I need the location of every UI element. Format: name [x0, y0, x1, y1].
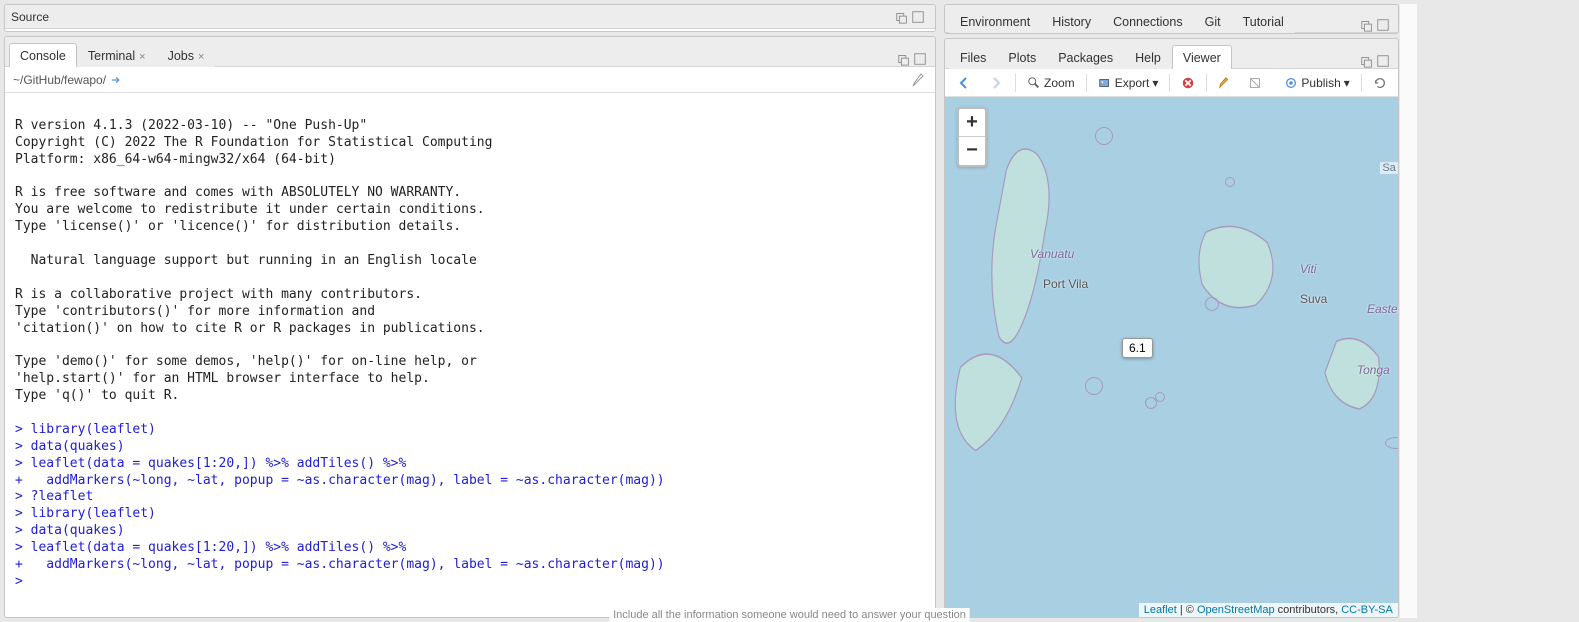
- export-button[interactable]: Export ▾: [1093, 74, 1164, 92]
- tab-history[interactable]: History: [1041, 9, 1102, 33]
- console-output-line: Type 'q()' to quit R.: [15, 388, 925, 405]
- tab-environment[interactable]: Environment: [949, 9, 1041, 33]
- console-input-line: > leaflet(data = quakes[1:20,]) %>% addT…: [15, 540, 925, 557]
- console-output-line: R version 4.1.3 (2022-03-10) -- "One Pus…: [15, 118, 925, 135]
- window-icon[interactable]: [1360, 18, 1374, 32]
- console-output-line: [15, 169, 925, 186]
- viewer-toolbar: Zoom Export ▾ Publish ▾: [945, 69, 1398, 97]
- map-label-suva: Suva: [1300, 292, 1327, 306]
- console-input-line: > data(quakes): [15, 439, 925, 456]
- forward-button[interactable]: [983, 73, 1009, 93]
- console-pane: Console Terminal× Jobs× ~/GitHub/fewapo/…: [4, 36, 936, 618]
- map-label-vanuatu: Vanuatu: [1030, 247, 1074, 261]
- tab-git[interactable]: Git: [1194, 9, 1232, 33]
- tab-files[interactable]: Files: [949, 45, 997, 69]
- marker-tooltip[interactable]: 6.1: [1122, 338, 1153, 358]
- broom-icon[interactable]: [911, 72, 927, 88]
- console-output-line: Type 'contributors()' for more informati…: [15, 304, 925, 321]
- map-label-eastern: Eastern: [1367, 302, 1398, 316]
- maximize-icon[interactable]: [1376, 18, 1390, 32]
- map-label-tonga: Tonga: [1357, 363, 1390, 377]
- arrow-icon[interactable]: [110, 73, 124, 87]
- window-icon[interactable]: [897, 52, 911, 66]
- console-output-line: 'help.start()' for an HTML browser inter…: [15, 371, 925, 388]
- environment-pane: EnvironmentHistoryConnectionsGitTutorial: [944, 4, 1399, 34]
- console-input-line: > ?leaflet: [15, 489, 925, 506]
- map-label-port-vila: Port Vila: [1043, 277, 1088, 291]
- map-attribution: Leaflet | © OpenStreetMap contributors, …: [1139, 603, 1398, 617]
- maximize-icon[interactable]: [913, 52, 927, 66]
- console-tabbar: Console Terminal× Jobs×: [5, 37, 935, 67]
- source-pane: Source: [4, 4, 936, 32]
- tab-connections[interactable]: Connections: [1102, 9, 1194, 33]
- zoom-control: + −: [957, 107, 987, 167]
- cc-link[interactable]: CC-BY-SA: [1341, 604, 1393, 616]
- zoom-button[interactable]: Zoom: [1022, 74, 1080, 92]
- tab-help[interactable]: Help: [1124, 45, 1172, 69]
- tab-jobs[interactable]: Jobs×: [157, 43, 216, 67]
- osm-link[interactable]: OpenStreetMap: [1197, 604, 1275, 616]
- back-button[interactable]: [951, 73, 977, 93]
- leaflet-link[interactable]: Leaflet: [1144, 604, 1177, 616]
- footer-hint: Include all the information someone woul…: [609, 608, 970, 622]
- right-gutter: [1399, 4, 1417, 618]
- zoom-out-button[interactable]: −: [959, 137, 985, 165]
- console-output-line: [15, 101, 925, 118]
- console-output-line: [15, 405, 925, 422]
- map-label-sa: Sa: [1380, 162, 1397, 174]
- map-svg: [945, 97, 1398, 617]
- refresh-button[interactable]: [1368, 74, 1392, 92]
- source-title: Source: [11, 10, 49, 24]
- remove-button[interactable]: [1176, 74, 1200, 92]
- leaflet-map[interactable]: + − Vanuatu Port Vila Viti Suva Eastern …: [945, 97, 1398, 617]
- working-directory[interactable]: ~/GitHub/fewapo/: [13, 73, 106, 87]
- console-input-line: > library(leaflet): [15, 422, 925, 439]
- console-output-line: [15, 270, 925, 287]
- minimize-icon[interactable]: [895, 10, 909, 24]
- console-output-line: Copyright (C) 2022 The R Foundation for …: [15, 135, 925, 152]
- tab-console[interactable]: Console: [9, 43, 77, 67]
- maximize-icon[interactable]: [911, 10, 925, 24]
- zoom-in-button[interactable]: +: [959, 109, 985, 137]
- viewer-tabbar: FilesPlotsPackagesHelpViewer: [945, 39, 1398, 69]
- chevron-down-icon: ▾: [1344, 76, 1350, 90]
- console-output-line: R is a collaborative project with many c…: [15, 287, 925, 304]
- sync-button[interactable]: [1243, 74, 1267, 92]
- chevron-down-icon: ▾: [1152, 76, 1158, 90]
- console-input-line: > data(quakes): [15, 523, 925, 540]
- clear-button[interactable]: [1213, 74, 1237, 92]
- viewer-pane: FilesPlotsPackagesHelpViewer Zoom Export…: [944, 38, 1399, 618]
- console-input-line: >: [15, 574, 925, 591]
- console-output-line: Natural language support but running in …: [15, 253, 925, 270]
- console-input-line: + addMarkers(~long, ~lat, popup = ~as.ch…: [15, 557, 925, 574]
- console-output-line: Type 'license()' or 'licence()' for dist…: [15, 219, 925, 236]
- publish-button[interactable]: Publish ▾: [1279, 74, 1354, 92]
- console-input-line: > leaflet(data = quakes[1:20,]) %>% addT…: [15, 456, 925, 473]
- console-input-line: + addMarkers(~long, ~lat, popup = ~as.ch…: [15, 473, 925, 490]
- window-icon[interactable]: [1360, 54, 1374, 68]
- console-output-line: You are welcome to redistribute it under…: [15, 202, 925, 219]
- close-icon[interactable]: ×: [198, 51, 204, 63]
- console-output-line: Platform: x86_64-w64-mingw32/x64 (64-bit…: [15, 152, 925, 169]
- tab-tutorial[interactable]: Tutorial: [1232, 9, 1295, 33]
- map-label-viti: Viti: [1300, 262, 1316, 276]
- close-icon[interactable]: ×: [139, 51, 145, 63]
- tab-packages[interactable]: Packages: [1047, 45, 1124, 69]
- console-output-line: [15, 236, 925, 253]
- tab-terminal[interactable]: Terminal×: [77, 43, 157, 67]
- console-input-line: > library(leaflet): [15, 506, 925, 523]
- console-output-line: 'citation()' on how to cite R or R packa…: [15, 321, 925, 338]
- console-subbar: ~/GitHub/fewapo/: [5, 67, 935, 93]
- tab-viewer[interactable]: Viewer: [1172, 45, 1232, 69]
- maximize-icon[interactable]: [1376, 54, 1390, 68]
- console-output-line: Type 'demo()' for some demos, 'help()' f…: [15, 354, 925, 371]
- tab-plots[interactable]: Plots: [997, 45, 1047, 69]
- console-output-line: R is free software and comes with ABSOLU…: [15, 185, 925, 202]
- environment-tabbar: EnvironmentHistoryConnectionsGitTutorial: [945, 5, 1398, 33]
- console-output[interactable]: R version 4.1.3 (2022-03-10) -- "One Pus…: [5, 93, 935, 617]
- console-output-line: [15, 337, 925, 354]
